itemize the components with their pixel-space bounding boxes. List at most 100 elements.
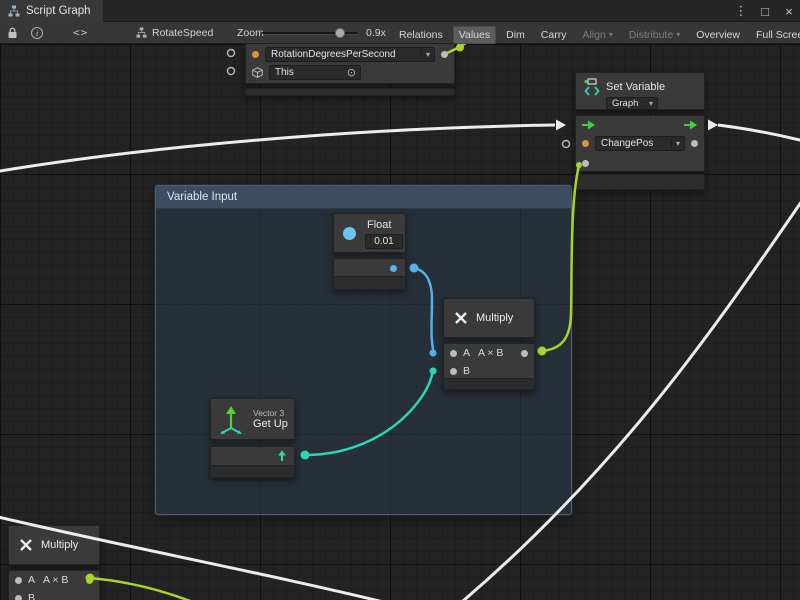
zoom-slider-track[interactable] [262,32,358,34]
maximize-icon[interactable]: □ [758,4,772,19]
unconnected-port[interactable] [563,141,570,148]
set-variable-name-port[interactable] [582,140,589,147]
group-header[interactable]: Variable Input [156,186,571,209]
overview-button[interactable]: Overview [690,26,746,44]
multiply-b-input-port[interactable] [450,368,457,375]
wire-green-bottom[interactable] [90,578,198,600]
align-label: Align [582,29,605,41]
carry-button[interactable]: Carry [535,26,573,44]
float-output-port[interactable] [390,265,397,272]
get-up-type-label: Vector 3 [253,408,288,418]
overview-label: Overview [696,29,740,41]
zoom-slider-handle[interactable] [335,28,345,38]
relations-label: Relations [399,29,443,41]
multiply-a-label: A [463,347,470,359]
multiply-b-input-port[interactable] [15,595,22,600]
get-up-title: Get Up [253,418,288,431]
multiply-result-output-port[interactable] [86,577,93,584]
variable-scope-dropdown[interactable]: Graph ▾ [606,97,658,110]
multiply-result-label: A × B [478,347,503,359]
wire-flow-out[interactable] [718,125,800,142]
set-variable-icon [584,78,600,96]
wire-bulb [456,44,464,52]
values-button[interactable]: Values [453,26,496,44]
wire-flow-in[interactable] [0,125,555,172]
variable-value-output-port[interactable] [441,51,448,58]
multiply-a-input-port[interactable] [15,577,22,584]
vector3-output-port[interactable] [276,450,288,462]
vector3-up-icon [217,404,245,434]
set-variable-output-port[interactable] [691,140,698,147]
node-float-header[interactable]: Float 0.01 [333,213,406,253]
node-get-variable-footer [245,88,455,96]
unconnected-port[interactable] [228,50,235,57]
set-variable-value-input-port[interactable] [582,160,589,167]
relations-button[interactable]: Relations [393,26,449,44]
info-icon[interactable]: i [31,27,43,39]
chevron-down-icon: ▾ [676,30,680,39]
multiply-result-output-port[interactable] [521,350,528,357]
gameobject-cube-icon [252,67,263,78]
multiply-title: Multiply [41,539,78,551]
carry-label: Carry [541,29,567,41]
multiply-a-input-port[interactable] [450,350,457,357]
chevron-down-icon: ▾ [609,30,613,39]
multiply-result-label: A × B [43,574,68,586]
node-float-ports[interactable] [333,258,406,290]
menu-icon[interactable]: ⋮ [734,3,748,19]
node-multiply-outer-ports[interactable]: A A × B B [8,570,100,600]
align-button[interactable]: Align ▾ [576,26,618,44]
object-picker-icon[interactable]: ⊙ [347,66,358,79]
multiply-icon [19,538,33,552]
zoom-value: 0.9x [366,22,386,43]
target-object-field[interactable]: This ⊙ [269,65,361,80]
unconnected-port[interactable] [228,68,235,75]
float-title: Float [367,219,391,231]
close-icon[interactable]: × [782,4,796,19]
wire-arrowhead-out [708,120,718,131]
node-get-up-header[interactable]: Vector 3 Get Up [210,398,295,440]
node-set-variable-ports[interactable]: ChangePos ▾ [575,115,705,172]
variable-name-port[interactable] [252,51,259,58]
dim-label: Dim [506,29,525,41]
group-title: Variable Input [167,191,237,203]
lock-icon[interactable] [7,22,18,43]
chevron-down-icon: ▾ [421,50,432,59]
variable-name-value: RotationDegreesPerSecond [271,49,396,60]
node-set-variable-footer [575,174,705,190]
script-graph-window: Script Graph ⋮ □ × i <> Rotate [0,0,800,600]
node-float-footer [334,276,405,289]
code-preview-icon[interactable]: <> [73,22,88,43]
chevron-down-icon: ▾ [671,139,682,148]
set-variable-name-dropdown[interactable]: ChangePos ▾ [595,136,685,151]
fullscreen-label: Full Screen [756,29,800,41]
dim-button[interactable]: Dim [500,26,531,44]
target-object-value: This [275,67,294,78]
zoom-label: Zoom [237,22,264,43]
node-get-up-ports[interactable] [210,446,295,478]
multiply-title: Multiply [476,312,513,324]
fullscreen-button[interactable]: Full Screen [750,26,800,44]
graph-asset-icon [136,22,147,43]
node-set-variable-header[interactable]: Set Variable Graph ▾ [575,72,705,110]
node-multiply-inner-header[interactable]: Multiply [443,298,535,338]
distribute-button[interactable]: Distribute ▾ [623,26,686,44]
toolbar-buttons: Relations Values Dim Carry Align ▾ Distr… [393,24,800,45]
set-variable-title: Set Variable [606,81,665,93]
node-multiply-inner-ports[interactable]: A A × B B [443,343,535,390]
zoom-slider[interactable] [262,32,358,34]
scope-value: Graph [612,98,638,109]
variable-name-dropdown[interactable]: RotationDegreesPerSecond ▾ [265,47,435,62]
node-get-variable[interactable]: RotationDegreesPerSecond ▾ This ⊙ [245,44,455,84]
flow-input-port[interactable] [582,120,596,130]
script-graph-icon [8,5,20,17]
float-value: 0.01 [374,236,393,247]
node-multiply-inner-footer [444,378,534,389]
flow-output-port[interactable] [684,120,698,130]
graph-canvas[interactable]: Variable Input RotationDegreesPerSecond … [0,44,800,600]
node-multiply-outer-header[interactable]: Multiply [8,525,100,565]
window-tab-script-graph[interactable]: Script Graph [0,0,103,22]
multiply-b-label: B [28,592,35,600]
float-value-field[interactable]: 0.01 [365,234,403,249]
graph-name-label: RotateSpeed [152,22,213,43]
